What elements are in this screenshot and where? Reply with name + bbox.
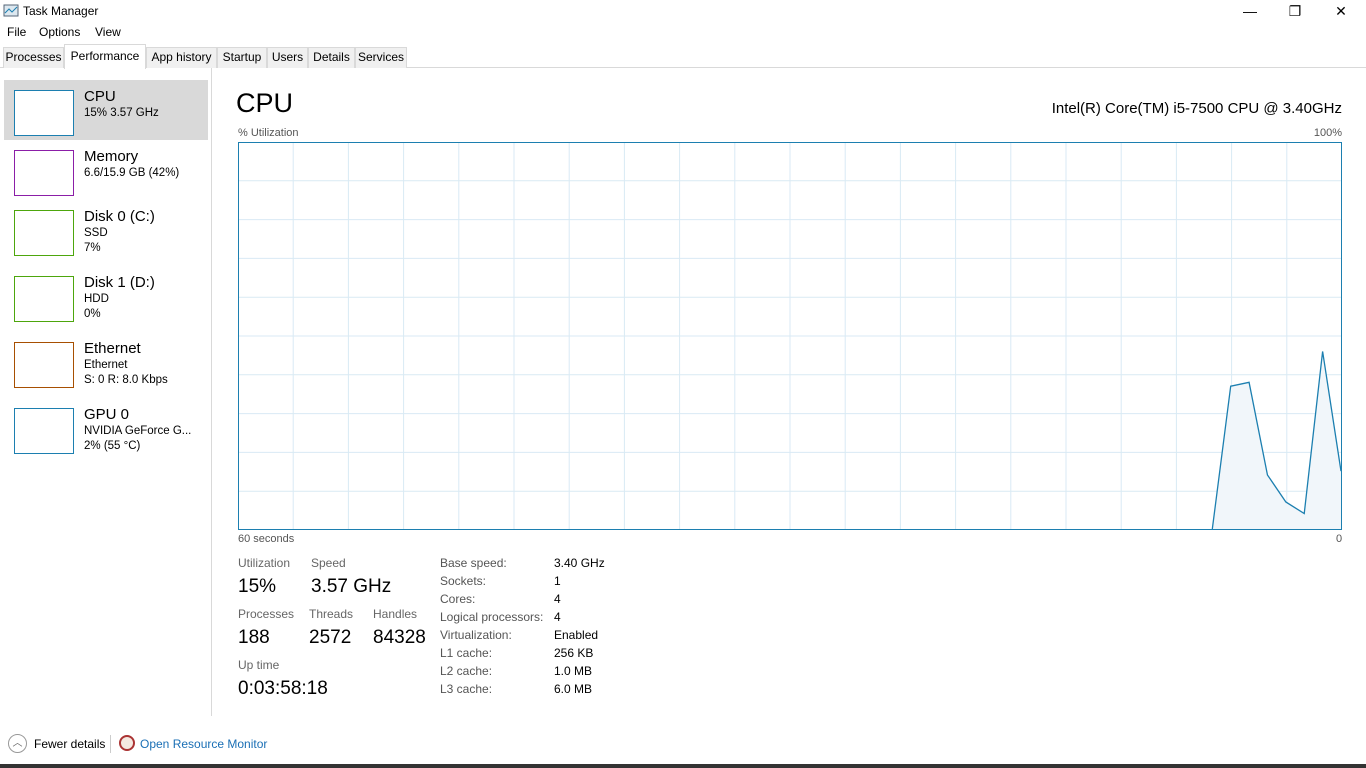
x-right-label: 0 xyxy=(1336,533,1343,545)
processes-value: 188 xyxy=(238,627,270,648)
close-button[interactable]: ✕ xyxy=(1318,0,1364,24)
window-title: Task Manager xyxy=(23,4,99,18)
threads-value: 2572 xyxy=(309,627,352,648)
spec-value: 6.0 MB xyxy=(554,682,593,696)
mini-graph xyxy=(14,150,74,196)
sidebar-item-detail-2: 7% xyxy=(84,242,101,254)
taskbar-edge xyxy=(0,764,1366,768)
tab-details[interactable]: Details xyxy=(308,47,355,68)
sidebar-item-name: CPU xyxy=(84,88,116,105)
task-manager-icon xyxy=(3,4,19,17)
spec-label: Cores: xyxy=(440,592,476,606)
resource-monitor-icon xyxy=(119,735,135,751)
sidebar-item-detail: 6.6/15.9 GB (42%) xyxy=(84,167,180,179)
sidebar-item-name: Ethernet xyxy=(84,340,141,357)
mini-graph xyxy=(14,276,74,322)
sidebar-item-disk-0-c[interactable]: Disk 0 (C:) SSD 7% xyxy=(4,200,208,260)
spec-value: 256 KB xyxy=(554,646,594,660)
tab-app-history[interactable]: App history xyxy=(146,47,217,68)
spec-label: Logical processors: xyxy=(440,610,544,624)
menu-options[interactable]: Options xyxy=(39,25,80,39)
restore-button[interactable]: ❐ xyxy=(1272,0,1318,24)
open-resource-monitor-link[interactable]: Open Resource Monitor xyxy=(140,737,267,751)
cpu-model: Intel(R) Core(TM) i5-7500 CPU @ 3.40GHz xyxy=(1051,100,1342,117)
spec-value: 4 xyxy=(554,592,561,606)
sidebar-item-name: Disk 0 (C:) xyxy=(84,208,155,225)
mini-graph xyxy=(14,408,74,454)
sidebar-item-detail: Ethernet xyxy=(84,359,128,371)
sidebar-item-name: GPU 0 xyxy=(84,406,130,423)
spec-label: Virtualization: xyxy=(440,628,512,642)
y-max-label: 100% xyxy=(1313,127,1342,139)
menu-view[interactable]: View xyxy=(95,25,121,39)
sidebar-item-name: Memory xyxy=(84,148,139,165)
sidebar-item-detail: 15% 3.57 GHz xyxy=(84,107,159,119)
tab-bar: Processes Performance App history Startu… xyxy=(0,44,1366,69)
handles-label: Handles xyxy=(373,607,418,621)
uptime-label: Up time xyxy=(238,658,280,672)
resource-sidebar: CPU 15% 3.57 GHz Memory 6.6/15.9 GB (42%… xyxy=(0,68,212,716)
footer: ︿ Fewer details Open Resource Monitor xyxy=(0,728,1366,760)
sidebar-item-detail: SSD xyxy=(84,227,108,239)
chevron-up-icon[interactable]: ︿ xyxy=(8,734,27,753)
uptime-value: 0:03:58:18 xyxy=(238,678,328,699)
tab-performance[interactable]: Performance xyxy=(64,44,146,69)
tab-services[interactable]: Services xyxy=(355,47,407,68)
y-axis-label: % Utilization xyxy=(238,127,299,139)
sidebar-item-gpu-0[interactable]: GPU 0 NVIDIA GeForce G... 2% (55 °C) xyxy=(4,398,208,458)
speed-value: 3.57 GHz xyxy=(311,576,392,597)
title-bar: Task Manager — ❐ ✕ xyxy=(0,0,1366,24)
spec-value: Enabled xyxy=(554,628,599,642)
spec-label: L2 cache: xyxy=(440,664,493,678)
threads-label: Threads xyxy=(309,607,354,621)
sidebar-item-detail-2: 0% xyxy=(84,308,101,320)
sidebar-item-cpu[interactable]: CPU 15% 3.57 GHz xyxy=(4,80,208,140)
processes-label: Processes xyxy=(238,607,295,621)
tab-startup[interactable]: Startup xyxy=(217,47,267,68)
page-title: CPU xyxy=(236,88,294,118)
spec-label: L1 cache: xyxy=(440,646,493,660)
sidebar-item-disk-1-d[interactable]: Disk 1 (D:) HDD 0% xyxy=(4,266,208,326)
spec-label: L3 cache: xyxy=(440,682,493,696)
mini-graph xyxy=(14,210,74,256)
spec-value: 3.40 GHz xyxy=(554,556,605,570)
sidebar-item-detail: HDD xyxy=(84,293,109,305)
spec-label: Base speed: xyxy=(440,556,507,570)
spec-value: 4 xyxy=(554,610,561,624)
sidebar-item-detail: NVIDIA GeForce G... xyxy=(84,425,192,437)
spec-value: 1.0 MB xyxy=(554,664,593,678)
cpu-utilization-graph xyxy=(238,142,1342,530)
utilization-value: 15% xyxy=(238,576,277,597)
divider xyxy=(110,735,111,753)
menu-file[interactable]: File xyxy=(7,25,26,39)
fewer-details-button[interactable]: Fewer details xyxy=(34,737,105,751)
tab-users[interactable]: Users xyxy=(267,47,308,68)
utilization-label: Utilization xyxy=(238,556,291,570)
x-left-label: 60 seconds xyxy=(238,533,295,545)
handles-value: 84328 xyxy=(373,627,426,648)
spec-label: Sockets: xyxy=(440,574,487,588)
tab-processes[interactable]: Processes xyxy=(3,47,64,68)
sidebar-item-detail-2: S: 0 R: 8.0 Kbps xyxy=(84,374,168,386)
sidebar-item-memory[interactable]: Memory 6.6/15.9 GB (42%) xyxy=(4,140,208,200)
sidebar-item-name: Disk 1 (D:) xyxy=(84,274,155,291)
minimize-button[interactable]: — xyxy=(1227,0,1273,24)
sidebar-item-ethernet[interactable]: Ethernet Ethernet S: 0 R: 8.0 Kbps xyxy=(4,332,208,392)
mini-graph xyxy=(14,342,74,388)
speed-label: Speed xyxy=(311,556,346,570)
mini-graph xyxy=(14,90,74,136)
sidebar-item-detail-2: 2% (55 °C) xyxy=(84,440,141,452)
spec-value: 1 xyxy=(554,574,561,588)
